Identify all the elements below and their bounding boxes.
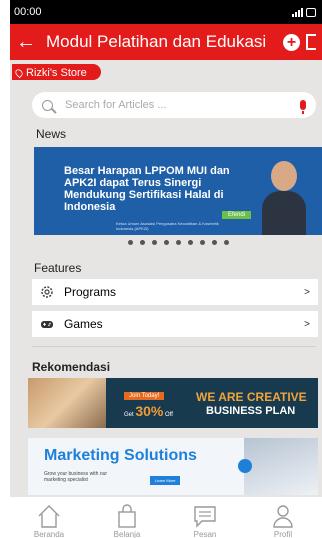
- chevron-right-icon: >: [304, 318, 310, 330]
- page-title: Modul Pelatihan dan Edukasi: [46, 32, 267, 51]
- battery-icon: [306, 7, 316, 17]
- promo-photo: [28, 378, 106, 428]
- news-banner-caption: Ketua Umum Asosiasi Pengusaha Kecantikan…: [116, 221, 219, 231]
- app-bar: ← Modul Pelatihan dan Edukasi +: [10, 24, 322, 60]
- nav-label: Belanja: [113, 530, 141, 538]
- store-name: Rizki's Store: [26, 66, 87, 79]
- news-banner[interactable]: Besar Harapan LPPOM MUI dan APK2I dapat …: [34, 147, 322, 235]
- carousel-indicator[interactable]: [128, 240, 229, 245]
- divider: [32, 346, 316, 347]
- status-bar: 00:00: [10, 0, 322, 24]
- add-icon[interactable]: +: [283, 33, 300, 51]
- bottom-navigation: Beranda Belanja Pesan Profil: [10, 497, 322, 538]
- news-banner-text: Besar Harapan LPPOM MUI dan APK2I dapat …: [64, 165, 230, 213]
- signal-icon: [292, 7, 303, 17]
- feature-label: Games: [64, 317, 103, 331]
- carousel-dot[interactable]: [176, 240, 181, 245]
- carousel-dot[interactable]: [224, 240, 229, 245]
- settings-icon: [41, 286, 53, 298]
- nav-label: Beranda: [33, 530, 65, 538]
- promo-banner-marketing[interactable]: Marketing Solutions Grow your business w…: [28, 438, 318, 495]
- feature-item-programs[interactable]: Programs >: [32, 279, 318, 305]
- promo-subheadline: BUSINESS PLAN: [206, 405, 296, 417]
- app-screen: 00:00 ← Modul Pelatihan dan Edukasi + Ri…: [10, 0, 322, 538]
- store-selector[interactable]: Rizki's Store: [12, 64, 101, 80]
- carousel-dot[interactable]: [212, 240, 217, 245]
- back-arrow-icon[interactable]: ←: [16, 31, 38, 54]
- profile-icon: [273, 505, 293, 528]
- carousel-dot[interactable]: [152, 240, 157, 245]
- location-pin-icon: [13, 67, 25, 78]
- promo-laptop-image: [244, 438, 318, 495]
- promo-headline: WE ARE CREATIVE: [196, 390, 307, 404]
- banner-person-image: [262, 161, 306, 235]
- carousel-dot[interactable]: [200, 240, 205, 245]
- nav-label: Profil: [273, 530, 293, 538]
- carousel-dot[interactable]: [164, 240, 169, 245]
- microphone-icon[interactable]: [300, 100, 306, 114]
- recommendation-heading: Rekomendasi: [32, 360, 111, 374]
- shopping-bag-icon: [118, 504, 136, 528]
- home-icon: [38, 505, 60, 528]
- promo-join-label: Join Today!: [124, 392, 165, 400]
- features-heading: Features: [34, 261, 82, 275]
- carousel-dot[interactable]: [188, 240, 193, 245]
- promo-title: Marketing Solutions: [44, 447, 197, 464]
- feature-item-games[interactable]: Games >: [32, 311, 318, 337]
- search-bar[interactable]: Search for Articles ...: [32, 92, 316, 118]
- message-icon: [194, 506, 216, 528]
- promo-subtitle: Grow your business with our marketing sp…: [44, 471, 108, 483]
- nav-item-beranda[interactable]: Beranda: [19, 503, 79, 538]
- promo-discount: Get 30% Off: [124, 403, 173, 419]
- carousel-dot[interactable]: [128, 240, 133, 245]
- status-icons: [292, 7, 316, 17]
- search-input[interactable]: Search for Articles ...: [65, 99, 300, 111]
- feature-label: Programs: [64, 285, 117, 299]
- news-banner-name: Efendi: [222, 211, 252, 219]
- chevron-right-icon: >: [304, 286, 310, 298]
- news-heading: News: [36, 127, 67, 141]
- nav-item-pesan[interactable]: Pesan: [175, 503, 235, 538]
- nav-item-belanja[interactable]: Belanja: [97, 503, 157, 538]
- book-icon[interactable]: [306, 34, 316, 50]
- promo-banner-business-plan[interactable]: Join Today! Get 30% Off WE ARE CREATIVE …: [28, 378, 318, 428]
- carousel-dot[interactable]: [140, 240, 145, 245]
- search-icon: [42, 99, 53, 111]
- promo-badge-icon: [238, 459, 252, 473]
- learn-more-button[interactable]: Learn More: [150, 476, 181, 485]
- nav-label: Pesan: [193, 530, 217, 538]
- nav-item-profil[interactable]: Profil: [253, 503, 313, 538]
- store-row: Rizki's Store: [10, 60, 322, 80]
- gamepad-icon: [41, 321, 53, 328]
- status-time: 00:00: [14, 6, 42, 18]
